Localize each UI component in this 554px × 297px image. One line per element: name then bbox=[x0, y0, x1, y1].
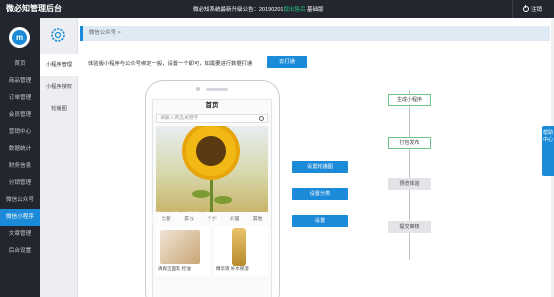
sunflower-image bbox=[196, 136, 226, 166]
flow-connector bbox=[409, 90, 410, 260]
sidebar-item-finance[interactable]: 财务信息 bbox=[0, 158, 40, 175]
leaf-shape bbox=[214, 196, 232, 204]
camera-dot bbox=[196, 87, 200, 91]
banner-image[interactable] bbox=[156, 126, 268, 212]
breadcrumb[interactable]: 微信公众号 > bbox=[80, 26, 550, 41]
subnav-item-mini-program-manage[interactable]: 小程序管理 bbox=[40, 54, 78, 76]
sidebar-item-members[interactable]: 会员管理 bbox=[0, 107, 40, 124]
sidebar-item-statistics[interactable]: 数据统计 bbox=[0, 141, 40, 158]
product-image bbox=[232, 228, 246, 266]
speaker-slot bbox=[206, 88, 228, 91]
sidebar-item-articles[interactable]: 文章管理 bbox=[0, 226, 40, 243]
sidebar-item-orders[interactable]: 订单管理 bbox=[0, 90, 40, 107]
sidebar-item-distribution[interactable]: 分销管理 bbox=[0, 175, 40, 192]
app-logo[interactable]: m bbox=[9, 27, 30, 48]
product-card[interactable]: 精华液 补水保湿 bbox=[214, 226, 268, 276]
sidebar-item-products[interactable]: 商品管理 bbox=[0, 73, 40, 90]
top-bar: 微必知管理后台 微必知系统最新升级公告：20190201提出售后 基础版 注销 bbox=[0, 0, 554, 18]
sidebar-item-home[interactable]: 首页 bbox=[0, 56, 40, 73]
phone-preview: 首页 请输入商品关键字 全部 美妆 个护 家居 其他 清爽洁面乳 控油 精华液 bbox=[145, 80, 280, 297]
logout-label: 注销 bbox=[530, 7, 542, 13]
search-icon[interactable] bbox=[259, 116, 264, 121]
main-sidebar: m 首页 商品管理 订单管理 会员管理 营销中心 数据统计 财务信息 分销管理 … bbox=[0, 18, 40, 297]
user-area: 注销 bbox=[511, 0, 554, 18]
system-notice[interactable]: 微必知系统最新升级公告：20190201提出售后 基础版 bbox=[193, 5, 324, 13]
brand-title: 微必知管理后台 bbox=[6, 4, 62, 13]
sub-sidebar: 小程序管理 小程序授权 轮播图 bbox=[40, 18, 78, 297]
subnav-item-authorization[interactable]: 小程序授权 bbox=[40, 76, 78, 98]
subnav-item-carousel[interactable]: 轮播图 bbox=[40, 98, 78, 120]
divider bbox=[511, 0, 513, 18]
set-carousel-button[interactable]: 设置轮播图 bbox=[292, 161, 348, 173]
flow-step-submit[interactable]: 提交审核 bbox=[388, 221, 431, 233]
logo-icon: m bbox=[12, 30, 27, 45]
flow-step-preview[interactable]: 预览体验 bbox=[388, 178, 431, 190]
product-card[interactable]: 清爽洁面乳 控油 bbox=[156, 226, 210, 276]
notice-text: 微必知系统最新升级公告：20190201 bbox=[193, 7, 284, 13]
sidebar-item-wechat-official[interactable]: 微信公众号 bbox=[0, 192, 40, 209]
flow-step-generate[interactable]: 生成小程序 bbox=[388, 94, 431, 106]
search-input[interactable]: 请输入商品关键字 bbox=[156, 114, 268, 123]
sub-nav: 小程序管理 小程序授权 轮播图 bbox=[40, 54, 78, 120]
notice-highlight[interactable]: 提出售后 bbox=[283, 7, 305, 13]
logout-button[interactable]: 注销 bbox=[522, 5, 542, 13]
main-nav: 首页 商品管理 订单管理 会员管理 营销中心 数据统计 财务信息 分销管理 微信… bbox=[0, 56, 40, 260]
connect-button[interactable]: 去打通 bbox=[267, 56, 307, 68]
set-category-button[interactable]: 设置分类 bbox=[292, 188, 348, 200]
help-center-tab[interactable]: 帮助中心 bbox=[542, 126, 554, 176]
bind-hint-text: 体验版小程序与公众号绑定一般，设置一个即可，如需要进行数据打通 bbox=[88, 61, 253, 67]
watermark: 中宁数据 19 bbox=[150, 211, 249, 230]
gear-icon bbox=[49, 26, 67, 44]
product-name: 精华液 补水保湿 bbox=[216, 266, 249, 271]
flow-step-package[interactable]: 打包发布 bbox=[388, 137, 431, 149]
leaf-shape bbox=[192, 190, 210, 198]
screen-title: 首页 bbox=[205, 102, 219, 109]
phone-screen: 首页 请输入商品关键字 全部 美妆 个护 家居 其他 清爽洁面乳 控油 精华液 bbox=[152, 99, 272, 297]
sidebar-item-mini-program[interactable]: 微信小程序 bbox=[0, 209, 40, 226]
sidebar-item-marketing[interactable]: 营销中心 bbox=[0, 124, 40, 141]
notice-edition: 基础版 bbox=[307, 7, 324, 13]
power-icon bbox=[522, 5, 529, 12]
search-placeholder: 请输入商品关键字 bbox=[160, 116, 199, 121]
product-image bbox=[160, 230, 200, 264]
sidebar-item-settings[interactable]: 后台设置 bbox=[0, 243, 40, 260]
set-button[interactable]: 设置 bbox=[292, 215, 348, 227]
product-grid: 清爽洁面乳 控油 精华液 补水保湿 bbox=[156, 226, 268, 276]
product-name: 清爽洁面乳 控油 bbox=[158, 266, 191, 271]
category-item[interactable]: 其他 bbox=[253, 215, 263, 222]
